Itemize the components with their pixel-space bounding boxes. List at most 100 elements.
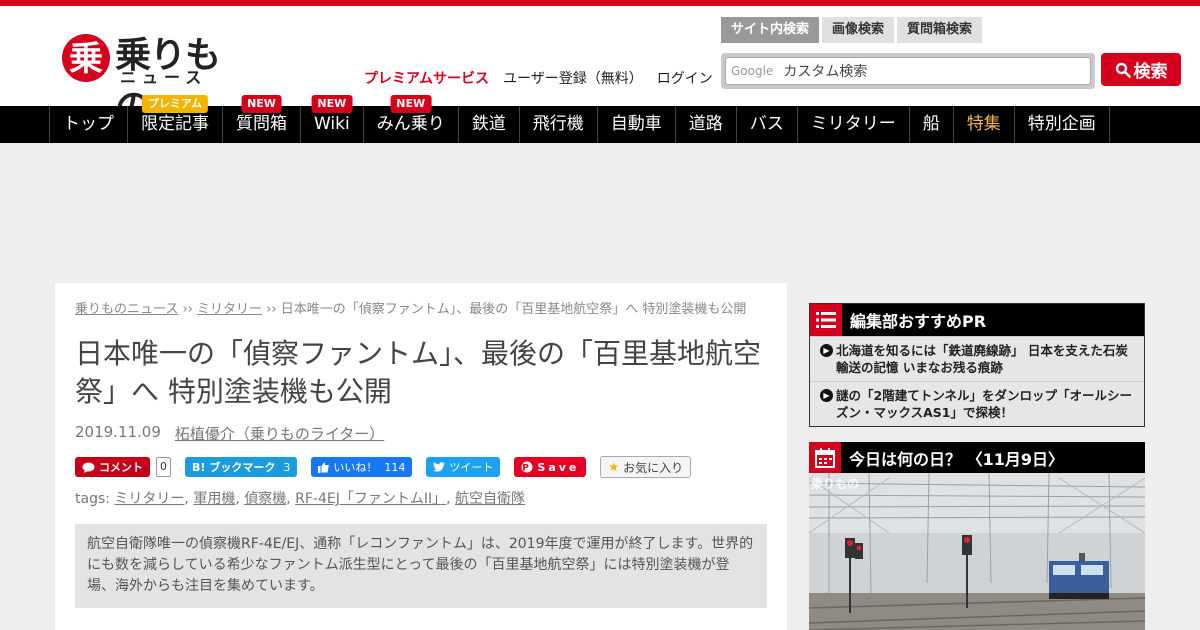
tag-link[interactable]: ミリタリー: [114, 491, 184, 507]
list-item[interactable]: ▶ 謎の「2階建てトンネル」をダンロップ「オールシーズン・マックスAS1」で探検…: [810, 381, 1144, 426]
register-link[interactable]: ユーザー登録（無料）: [503, 68, 643, 88]
search-input[interactable]: Google カスタム検索: [725, 57, 1091, 85]
logo-badge-icon: 乗: [62, 34, 110, 82]
star-icon: ★: [608, 460, 620, 474]
svg-text:P: P: [523, 464, 533, 474]
comment-button[interactable]: コメント: [75, 457, 150, 477]
article-main: 乗りものニュース ›› ミリタリー ›› 日本唯一の「偵察ファントム」、最後の「…: [55, 283, 787, 630]
recommend-box: 編集部おすすめPR ▶ 北海道を知るには「鉄道廃線跡」 日本を支えた石炭輸送の記…: [809, 303, 1145, 427]
recommend-title: 編集部おすすめPR: [850, 312, 987, 331]
nav-label: 限定記事: [141, 114, 209, 134]
search-box: Google カスタム検索: [721, 53, 1095, 89]
tab-site-search[interactable]: サイト内検索: [721, 17, 820, 43]
today-header: 今日は何の日？ 〈11月9日〉: [809, 441, 1145, 474]
today-in-history-box: 今日は何の日？ 〈11月9日〉 乗りもの: [809, 441, 1145, 630]
nav-label: 質問箱: [236, 114, 287, 134]
recommend-header: 編集部おすすめPR: [810, 304, 1144, 336]
main-nav: トップ プレミアム 限定記事 NEW 質問箱 NEW Wiki NEW みん乗り 鉄道 …: [0, 95, 1200, 143]
hatena-b-icon: B!: [192, 460, 206, 474]
search-icon: [1115, 62, 1131, 78]
new-badge: NEW: [311, 95, 353, 113]
favorite-label: お気に入り: [623, 460, 684, 475]
nav-item-car[interactable]: 自動車: [598, 106, 676, 143]
nav-label: 道路: [688, 114, 723, 134]
search-placeholder: カスタム検索: [783, 64, 868, 80]
today-photo[interactable]: 乗りもの: [809, 473, 1145, 630]
author-link[interactable]: 柘植優介（乗りものライター）: [175, 423, 384, 444]
comment-count: 0: [156, 457, 171, 477]
tag-link[interactable]: 軍用機: [193, 491, 235, 507]
nav-label: 飛行機: [532, 114, 584, 134]
nav-item-bus[interactable]: バス: [737, 106, 798, 143]
article-meta: 2019.11.09 柘植優介（乗りものライター）: [75, 423, 767, 444]
breadcrumb-home-link[interactable]: 乗りものニュース: [75, 302, 178, 317]
comment-label: コメント: [99, 461, 143, 474]
hatena-label: ブックマーク: [209, 461, 276, 474]
fb-like-count: 114: [384, 460, 406, 474]
nav-item-road[interactable]: 道路: [676, 106, 737, 143]
nav-label: Wiki: [314, 114, 350, 134]
new-badge: NEW: [390, 95, 432, 113]
nav-label: バス: [749, 114, 784, 134]
google-label: Google: [731, 64, 774, 78]
calendar-icon: [809, 441, 841, 474]
nav-label: 自動車: [610, 114, 662, 134]
hatena-count: 3: [283, 460, 291, 474]
tweet-button[interactable]: ツイート: [426, 457, 501, 477]
favorite-button[interactable]: ★ お気に入り: [600, 456, 692, 478]
nav-item-military[interactable]: ミリタリー: [798, 106, 910, 143]
search-button[interactable]: 検索: [1101, 53, 1181, 86]
photo-watermark: 乗りもの: [811, 477, 860, 491]
nav-label: トップ: [63, 114, 114, 134]
breadcrumb: 乗りものニュース ›› ミリタリー ›› 日本唯一の「偵察ファントム」、最後の「…: [75, 301, 765, 319]
nav-item-features[interactable]: 特集: [954, 106, 1015, 143]
nav-item-premium-articles[interactable]: プレミアム 限定記事: [128, 95, 223, 143]
svg-text:乗: 乗: [69, 39, 103, 79]
list-item[interactable]: ▶ 北海道を知るには「鉄道廃線跡」 日本を支えた石炭輸送の記憶 いまなお残る痕跡: [810, 336, 1144, 381]
nav-item-wiki[interactable]: NEW Wiki: [301, 95, 364, 143]
premium-service-link[interactable]: プレミアムサービス: [364, 68, 489, 88]
tab-image-search[interactable]: 画像検索: [822, 17, 895, 43]
tag-link[interactable]: RF-4EJ「ファントムII」: [295, 491, 446, 507]
nav-item-top[interactable]: トップ: [50, 106, 128, 143]
search-button-label: 検索: [1133, 62, 1168, 82]
nav-item-questions[interactable]: NEW 質問箱: [223, 95, 301, 143]
tag-list: tags: ミリタリー, 軍用機, 偵察機, RF-4EJ「ファントムII」, …: [75, 491, 526, 507]
chevron-right-icon: ▶: [820, 389, 833, 402]
tag-link[interactable]: 航空自衛隊: [455, 491, 525, 507]
breadcrumb-current: 日本唯一の「偵察ファントム」、最後の「百里基地航空祭」へ 特別塗装機も公開: [280, 302, 747, 317]
tag-link[interactable]: 偵察機: [244, 491, 286, 507]
premium-badge: プレミアム: [141, 95, 209, 113]
logo-sub-text: ニュース: [120, 68, 208, 87]
twitter-bird-icon: [433, 462, 446, 472]
nav-item-aircraft[interactable]: 飛行機: [520, 106, 598, 143]
login-link[interactable]: ログイン: [657, 68, 713, 88]
article-date: 2019.11.09: [75, 423, 161, 441]
pinterest-save-button[interactable]: P Save: [514, 457, 587, 477]
recommend-item-text: 謎の「2階建てトンネル」をダンロップ「オールシーズン・マックスAS1」で探検！: [836, 388, 1132, 420]
thumbs-up-icon: [318, 462, 330, 473]
chevron-right-icon: ▶: [820, 344, 833, 357]
nav-item-minnori[interactable]: NEW みん乗り: [364, 95, 459, 143]
list-icon: [810, 304, 842, 336]
site-logo[interactable]: 乗 乗りもの ニュース: [60, 28, 230, 128]
recommend-item-text: 北海道を知るには「鉄道廃線跡」 日本を支えた石炭輸送の記憶 いまなお残る痕跡: [836, 343, 1128, 375]
nav-item-special[interactable]: 特別企画: [1015, 106, 1110, 143]
nav-item-railway[interactable]: 鉄道: [459, 106, 520, 143]
page-title: 日本唯一の「偵察ファントム」、最後の「百里基地航空祭」へ 特別塗装機も公開: [75, 337, 762, 408]
pinterest-label: Save: [537, 460, 580, 474]
search-tabs: サイト内検索 画像検索 質問箱検索: [721, 17, 983, 43]
hatena-bookmark-button[interactable]: B! ブックマーク 3: [185, 457, 298, 477]
facebook-like-button[interactable]: いいね！ 114: [311, 457, 413, 477]
nav-item-ship[interactable]: 船: [910, 106, 954, 143]
nav-label: 船: [922, 114, 940, 134]
tweet-label: ツイート: [449, 461, 494, 474]
fb-like-label: いいね！: [333, 461, 378, 474]
new-badge: NEW: [241, 95, 282, 113]
social-buttons: コメント 0 B! ブックマーク 3 いいね！ 114 ツイート P Save …: [75, 456, 767, 478]
article-lead: 航空自衛隊唯一の偵察機RF-4E/EJ、通称「レコンファントム」は、2019年度…: [75, 524, 767, 608]
nav-label: ミリタリー: [810, 114, 896, 134]
breadcrumb-category-link[interactable]: ミリタリー: [197, 302, 262, 317]
tab-question-search[interactable]: 質問箱検索: [897, 17, 983, 43]
breadcrumb-separator: ››: [182, 302, 193, 317]
